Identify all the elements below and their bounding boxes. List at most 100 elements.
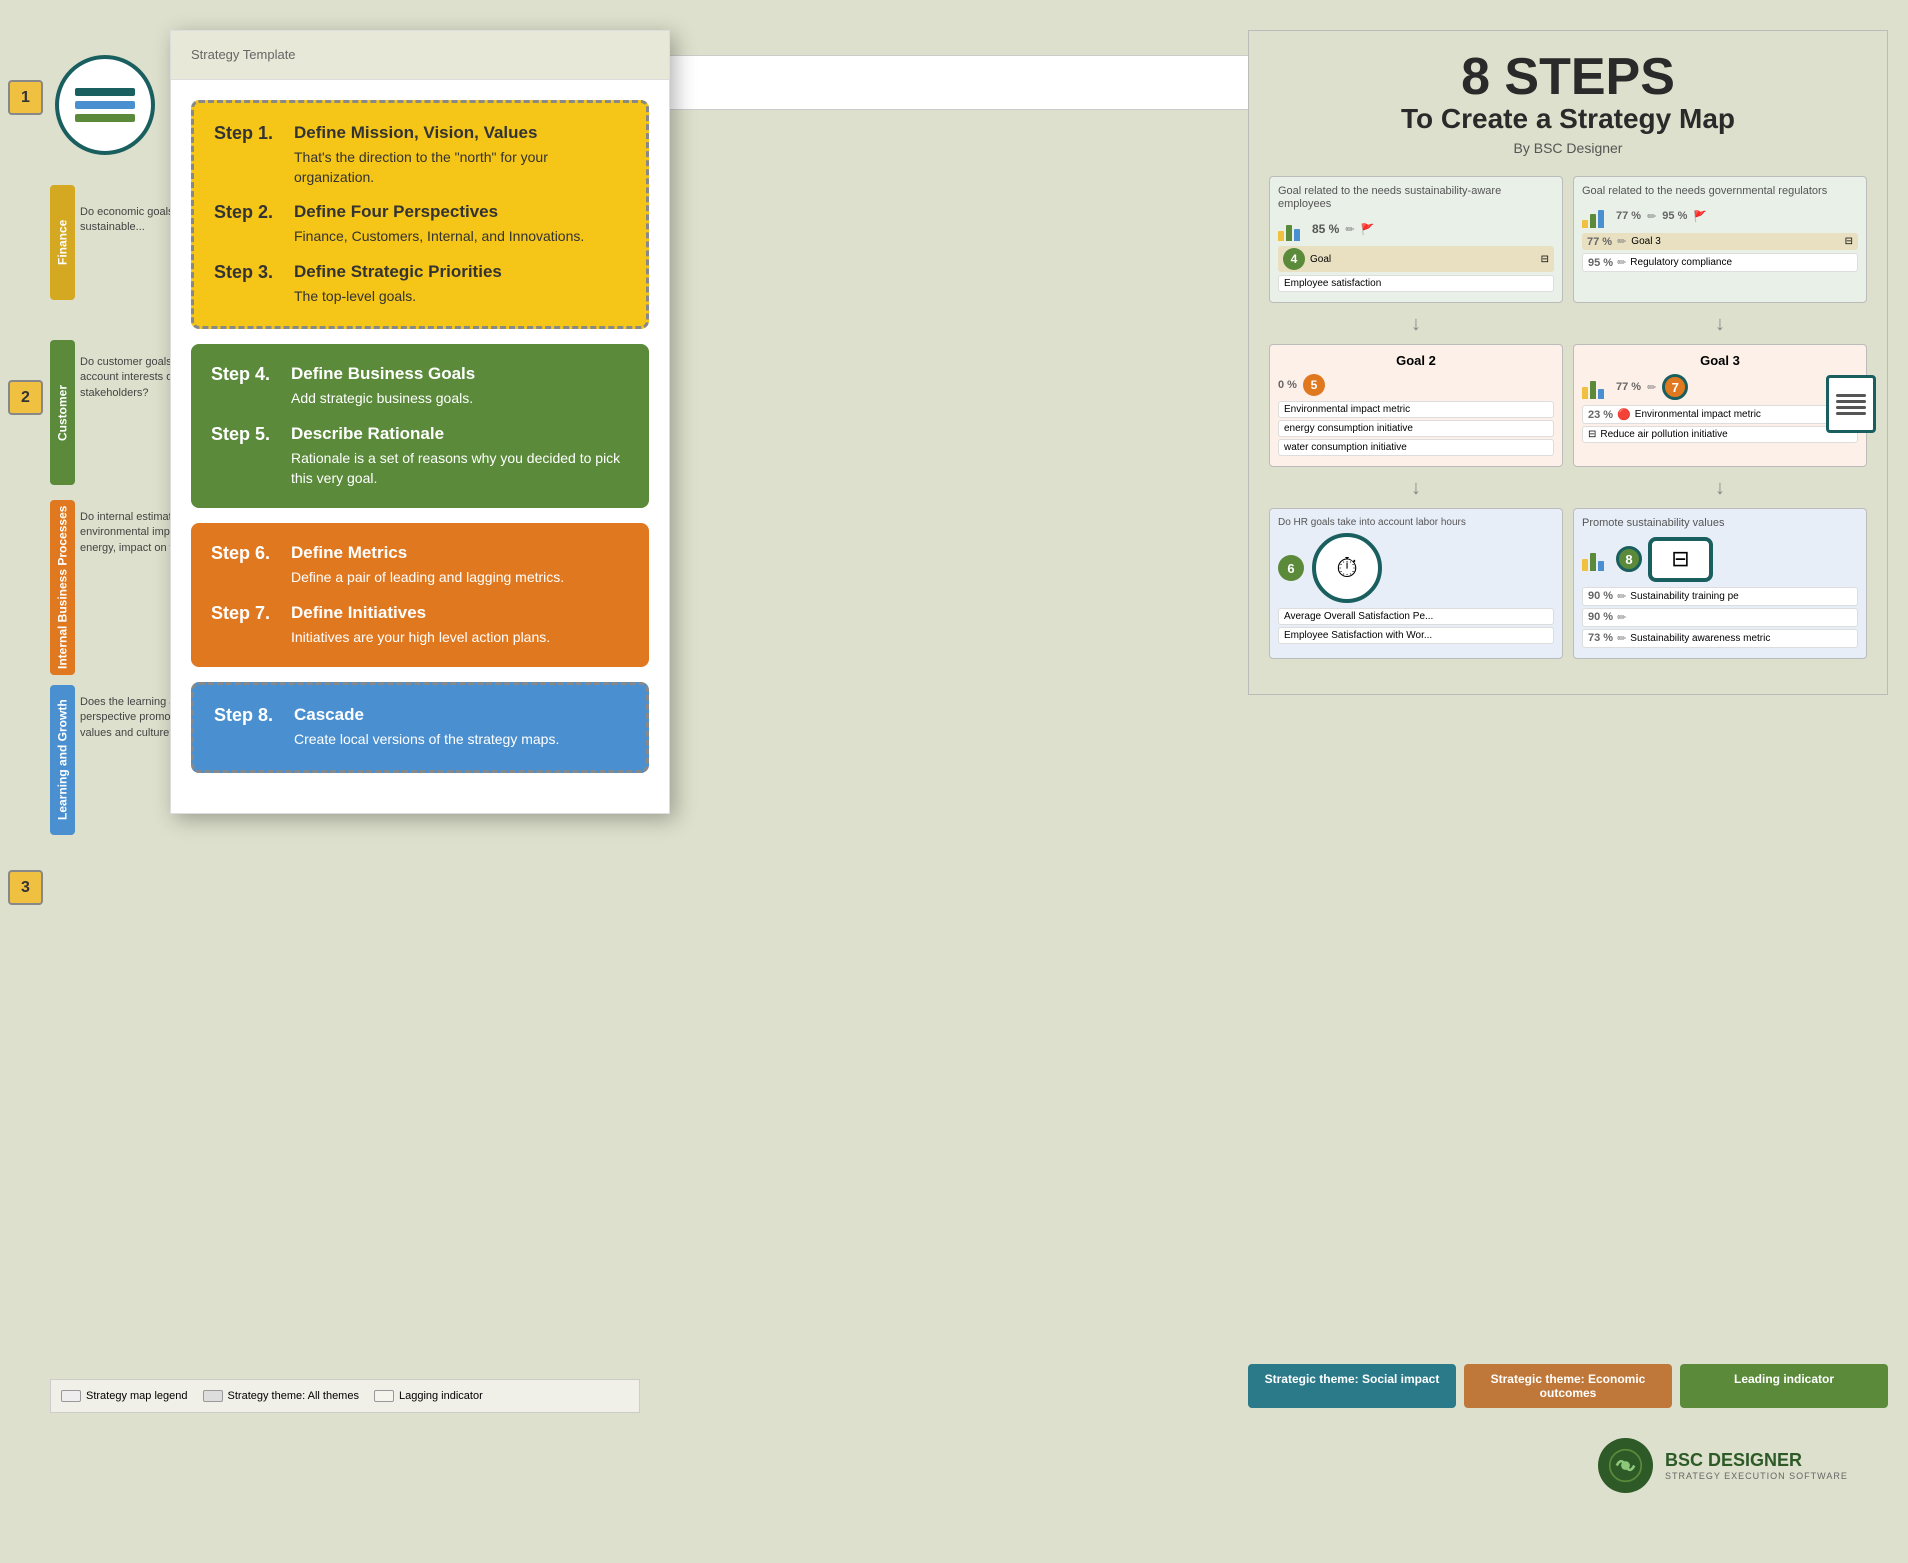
legend-item-lagging: Lagging indicator	[374, 1390, 483, 1402]
promote-metric2: 73 % ✏ Sustainability awareness metric	[1582, 629, 1858, 648]
step-circle-7: 7	[1662, 374, 1688, 400]
step-badge-3: 3	[8, 870, 43, 905]
card-icon-2: ⊟	[1845, 236, 1853, 247]
flag-icon-1: 🚩	[1361, 223, 1375, 236]
promote-pct2: 90 % ✏	[1582, 608, 1858, 627]
step-circle-6: 6	[1278, 555, 1304, 581]
legend-swatch-map	[61, 1390, 81, 1402]
goal2-metric: Environmental impact metric	[1278, 401, 1554, 418]
step-desc-5: Rationale is a set of reasons why you de…	[291, 449, 629, 488]
customer-goals-row: Goal related to the needs sustainability…	[1269, 176, 1867, 303]
goal2-pct: 0 %	[1278, 379, 1297, 391]
step-number-3: Step 3.	[214, 262, 294, 307]
step-title-4: Define Business Goals	[291, 364, 475, 384]
step-title-2: Define Four Perspectives	[294, 202, 584, 222]
step-title-1: Define Mission, Vision, Values	[294, 123, 626, 143]
step-number-4: Step 4.	[211, 364, 291, 409]
reg-pct1: 77 %	[1616, 210, 1641, 222]
note-line-4	[1836, 412, 1866, 415]
eight-steps-panel: Strategy Template Step 1. Define Mission…	[170, 30, 670, 814]
step-content-7: Define Initiatives Initiatives are your …	[291, 603, 550, 648]
step-circle-4: 4	[1283, 248, 1305, 270]
step-content-1: Define Mission, Vision, Values That's th…	[294, 123, 626, 187]
connect-icon: ⊟	[1648, 537, 1713, 582]
theme-badge-leading: Leading indicator	[1680, 1364, 1888, 1408]
step-content-4: Define Business Goals Add strategic busi…	[291, 364, 475, 409]
arrow-down-4: ↓	[1573, 477, 1867, 500]
pencil-icon-6: 🔴	[1617, 408, 1631, 421]
step-number-8: Step 8.	[214, 705, 294, 750]
main-title-subtitle: To Create a Strategy Map	[1269, 103, 1867, 135]
arrow-down-3: ↓	[1269, 477, 1563, 500]
icon-bar-3	[75, 114, 135, 122]
step-title-7: Define Initiatives	[291, 603, 550, 623]
step-desc-3: The top-level goals.	[294, 287, 502, 307]
note-icon-goal3	[1826, 375, 1876, 433]
theme-badge-social: Strategic theme: Social impact	[1248, 1364, 1456, 1408]
panel-title-area: Strategy Template	[171, 31, 669, 80]
step-title-3: Define Strategic Priorities	[294, 262, 502, 282]
arrow-down-2: ↓	[1573, 313, 1867, 336]
mini-chart-employees	[1278, 217, 1300, 241]
step-desc-4: Add strategic business goals.	[291, 389, 475, 409]
arrow-row-2: ↓ ↓	[1269, 477, 1867, 500]
icon-bar-1	[75, 88, 135, 96]
arrow-row-1: ↓ ↓	[1269, 313, 1867, 336]
goal-regulators-header: Goal related to the needs governmental r…	[1582, 185, 1858, 198]
card-icon-1: ⊟	[1541, 254, 1549, 265]
step-circle-5: 5	[1303, 374, 1325, 396]
step-item-8: Step 8. Cascade Create local versions of…	[214, 705, 626, 750]
main-title-steps: 8 STEPS	[1269, 51, 1867, 103]
goal-card-goal3: Goal 3 77 % ✏ 7 23 % 🔴 Envi	[1573, 344, 1867, 467]
legend-item-theme: Strategy theme: All themes	[203, 1390, 359, 1402]
step-box-green: Step 4. Define Business Goals Add strate…	[191, 344, 649, 508]
step-number-2: Step 2.	[214, 202, 294, 247]
bsc-name: BSC DESIGNER	[1665, 1450, 1848, 1471]
map-icon	[55, 55, 155, 155]
step-desc-6: Define a pair of leading and lagging met…	[291, 568, 564, 588]
mini-chart-regulators	[1582, 204, 1604, 228]
bsc-tagline: STRATEGY EXECUTION SOFTWARE	[1665, 1471, 1848, 1481]
legend-area: Strategy map legend Strategy theme: All …	[50, 1379, 640, 1413]
goal-employees-metric: Employee satisfaction	[1278, 275, 1554, 292]
step-item-4: Step 4. Define Business Goals Add strate…	[211, 364, 629, 409]
note-line-3	[1836, 406, 1866, 409]
step-content-6: Define Metrics Define a pair of leading …	[291, 543, 564, 588]
mini-chart-goal3	[1582, 375, 1604, 399]
goal2-title: Goal 2	[1278, 353, 1554, 368]
promote-header: Promote sustainability values	[1582, 517, 1858, 530]
step-box-blue: Step 8. Cascade Create local versions of…	[191, 682, 649, 773]
goal-card-promote: Promote sustainability values 8 ⊟ 90 %	[1573, 508, 1867, 658]
note-line-1	[1836, 394, 1866, 397]
goal-reg-compliance: 95 % ✏ Regulatory compliance	[1582, 253, 1858, 272]
step-desc-8: Create local versions of the strategy ma…	[294, 730, 559, 750]
goal3-title: Goal 3	[1582, 353, 1858, 368]
goal-employees-header: Goal related to the needs sustainability…	[1278, 185, 1554, 211]
goal2-item1: energy consumption initiative	[1278, 420, 1554, 437]
learning-left-metric2: Employee Satisfaction with Wor...	[1278, 627, 1554, 644]
perspective-internal: Internal Business Processes	[50, 500, 75, 675]
perspective-customer: Customer	[50, 340, 75, 485]
bsc-logo-circle	[1598, 1438, 1653, 1493]
step-number-7: Step 7.	[211, 603, 291, 648]
step-number-1: Step 1.	[214, 123, 294, 187]
perspective-learning: Learning and Growth	[50, 685, 75, 835]
step-content-5: Describe Rationale Rationale is a set of…	[291, 424, 629, 488]
step-circle-8: 8	[1616, 546, 1642, 572]
steps-container: Step 1. Define Mission, Vision, Values T…	[171, 80, 669, 793]
bsc-logo-area: BSC DESIGNER STRATEGY EXECUTION SOFTWARE	[1588, 1428, 1888, 1503]
theme-badges-row: Strategic theme: Social impact Strategic…	[1248, 1364, 1888, 1408]
main-title-byline: By BSC Designer	[1269, 140, 1867, 156]
goal-card-employees: Goal related to the needs sustainability…	[1269, 176, 1563, 303]
goal-reg-label-bar: 77 % ✏ Goal 3 ⊟	[1582, 233, 1858, 250]
step-box-orange: Step 6. Define Metrics Define a pair of …	[191, 523, 649, 667]
goal3-pct: 77 %	[1616, 381, 1641, 393]
step-badge-1: 1	[8, 80, 43, 115]
step-content-8: Cascade Create local versions of the str…	[294, 705, 559, 750]
bsc-logo-text: BSC DESIGNER STRATEGY EXECUTION SOFTWARE	[1665, 1450, 1848, 1481]
goal2-item2: water consumption initiative	[1278, 439, 1554, 456]
theme-badge-economic: Strategic theme: Economic outcomes	[1464, 1364, 1672, 1408]
pencil-icon-2: ✏	[1647, 210, 1656, 223]
pencil-icon-3: ✏	[1617, 235, 1626, 248]
pencil-icon-4: ✏	[1617, 256, 1626, 269]
